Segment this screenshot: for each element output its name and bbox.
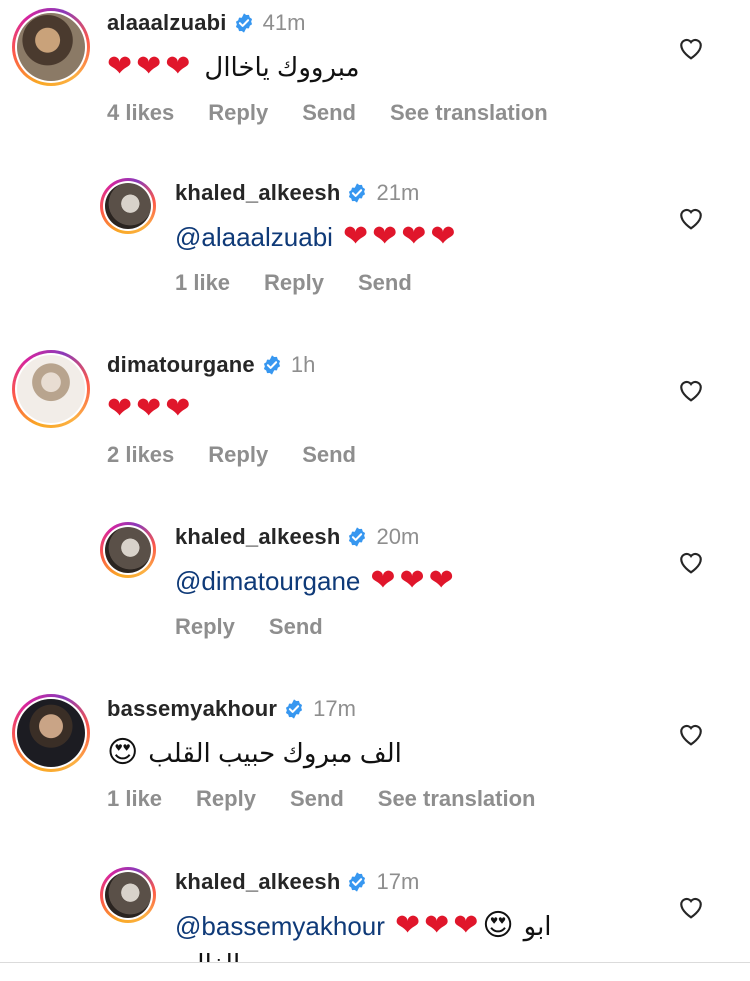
heart-emoji: ❤ <box>136 392 162 425</box>
verified-icon <box>349 872 366 892</box>
likes-count[interactable]: 4 likes <box>107 100 174 126</box>
divider <box>0 962 750 963</box>
heart-emoji: ❤ <box>165 50 191 83</box>
heart-emoji: ❤ <box>342 220 369 253</box>
heart-eyes-emoji: 😍 <box>482 909 514 942</box>
username[interactable]: khaled_alkeesh <box>175 869 340 895</box>
send-button[interactable]: Send <box>302 100 356 126</box>
reply-button[interactable]: Reply <box>175 614 235 640</box>
mention-link[interactable]: @dimatourgane <box>175 566 360 597</box>
heart-outline-icon[interactable] <box>678 378 704 402</box>
verified-icon <box>349 183 366 203</box>
timestamp: 17m <box>376 869 420 894</box>
verified-icon <box>235 13 252 33</box>
avatar[interactable] <box>12 694 90 772</box>
heart-emoji: ❤ <box>107 392 133 425</box>
heart-outline-icon[interactable] <box>678 206 704 230</box>
reply-khaled_alkeesh: khaled_alkeesh 21m @alaaalzuabi ❤ ❤ ❤ ❤ … <box>0 178 750 328</box>
comment-body: ابو <box>523 910 552 941</box>
reply-button[interactable]: Reply <box>196 786 256 812</box>
timestamp: 41m <box>262 10 306 35</box>
avatar[interactable] <box>100 178 156 234</box>
likes-count[interactable]: 2 likes <box>107 442 174 468</box>
heart-emoji: ❤ <box>401 220 427 253</box>
comment-dimatourgane: dimatourgane 1h ❤ ❤ ❤ 2 likes Reply Send <box>0 350 750 500</box>
comment-body: مبرووك ياخاال <box>204 51 360 82</box>
avatar[interactable] <box>12 8 90 86</box>
heart-emoji: ❤ <box>165 392 191 425</box>
comment-text: @dimatourgane ❤ ❤ ❤ <box>175 558 660 604</box>
comment-bassemyakhour: bassemyakhour 17m 😍 الف مبروك حبيب القلب… <box>0 694 750 844</box>
heart-eyes-emoji: 😍 <box>107 736 139 769</box>
username[interactable]: khaled_alkeesh <box>175 524 340 550</box>
heart-emoji: ❤ <box>136 50 162 83</box>
reply-button[interactable]: Reply <box>208 100 268 126</box>
heart-outline-icon[interactable] <box>678 550 704 574</box>
mention-link[interactable]: @alaaalzuabi <box>175 222 333 253</box>
verified-icon <box>286 699 303 719</box>
send-button[interactable]: Send <box>302 442 356 468</box>
comment-text: 😍 الف مبروك حبيب القلب <box>107 730 660 776</box>
reply-khaled_alkeesh: khaled_alkeesh 17m @bassemyakhour ❤ ❤ ❤ … <box>0 867 750 963</box>
heart-emoji: ❤ <box>394 909 421 942</box>
avatar[interactable] <box>100 867 156 923</box>
username[interactable]: alaaalzuabi <box>107 10 227 36</box>
comment-text: ❤ ❤ ❤ مبرووك ياخاال <box>107 44 660 90</box>
heart-emoji: ❤ <box>107 50 133 83</box>
likes-count[interactable]: 1 like <box>107 786 162 812</box>
reply-button[interactable]: Reply <box>264 270 324 296</box>
comment-text: @bassemyakhour ❤ ❤ ❤ 😍 ابو <box>175 903 660 949</box>
username[interactable]: dimatourgane <box>107 352 255 378</box>
heart-outline-icon[interactable] <box>678 36 704 60</box>
heart-emoji: ❤ <box>372 220 398 253</box>
timestamp: 1h <box>290 352 316 377</box>
verified-icon <box>263 355 280 375</box>
avatar[interactable] <box>12 350 90 428</box>
see-translation-button[interactable]: See translation <box>378 786 536 812</box>
see-translation-button[interactable]: See translation <box>390 100 548 126</box>
timestamp: 21m <box>376 180 420 205</box>
reply-khaled_alkeesh: khaled_alkeesh 20m @dimatourgane ❤ ❤ ❤ R… <box>0 522 750 672</box>
timestamp: 20m <box>376 524 420 549</box>
heart-emoji: ❤ <box>370 564 396 597</box>
reply-button[interactable]: Reply <box>208 442 268 468</box>
username[interactable]: bassemyakhour <box>107 696 277 722</box>
heart-outline-icon[interactable] <box>678 722 704 746</box>
username[interactable]: khaled_alkeesh <box>175 180 340 206</box>
mention-link[interactable]: @bassemyakhour <box>175 911 385 942</box>
timestamp: 17m <box>313 696 356 721</box>
likes-count[interactable]: 1 like <box>175 270 230 296</box>
heart-emoji: ❤ <box>453 909 479 942</box>
avatar[interactable] <box>100 522 156 578</box>
comment-text-line2: روى الغالي <box>175 949 660 964</box>
comment-text: @alaaalzuabi ❤ ❤ ❤ ❤ <box>175 214 660 260</box>
heart-emoji: ❤ <box>399 564 425 597</box>
heart-emoji: ❤ <box>430 220 456 253</box>
heart-emoji: ❤ <box>424 909 450 942</box>
comment-text: ❤ ❤ ❤ <box>107 386 660 432</box>
send-button[interactable]: Send <box>358 270 412 296</box>
comment-body: الف مبروك حبيب القلب <box>148 737 402 768</box>
send-button[interactable]: Send <box>290 786 344 812</box>
verified-icon <box>349 527 366 547</box>
send-button[interactable]: Send <box>269 614 323 640</box>
comment-alaaalzuabi: alaaalzuabi 41m ❤ ❤ ❤ مبرووك ياخاال 4 li… <box>0 8 750 158</box>
heart-emoji: ❤ <box>428 564 454 597</box>
heart-outline-icon[interactable] <box>678 895 704 919</box>
